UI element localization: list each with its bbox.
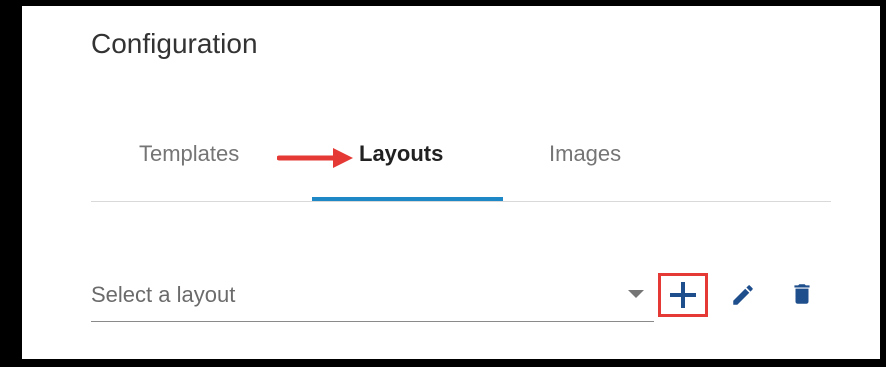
chevron-down-icon[interactable] — [628, 290, 644, 298]
tabs-divider — [91, 201, 831, 202]
layout-select-placeholder: Select a layout — [91, 282, 236, 307]
delete-layout-button[interactable] — [785, 276, 819, 312]
tab-images[interactable]: Images — [549, 141, 621, 167]
edit-layout-button[interactable] — [726, 278, 760, 312]
layout-select[interactable]: Select a layout — [91, 276, 654, 322]
trash-icon — [794, 284, 810, 304]
annotation-arrow-icon — [277, 148, 353, 168]
page-title: Configuration — [91, 28, 258, 59]
pencil-icon — [733, 285, 753, 305]
plus-icon — [670, 282, 696, 308]
tab-templates[interactable]: Templates — [139, 141, 239, 167]
add-layout-button[interactable] — [658, 273, 708, 317]
layout-select-underline — [91, 321, 654, 322]
tab-layouts[interactable]: Layouts — [359, 141, 443, 167]
